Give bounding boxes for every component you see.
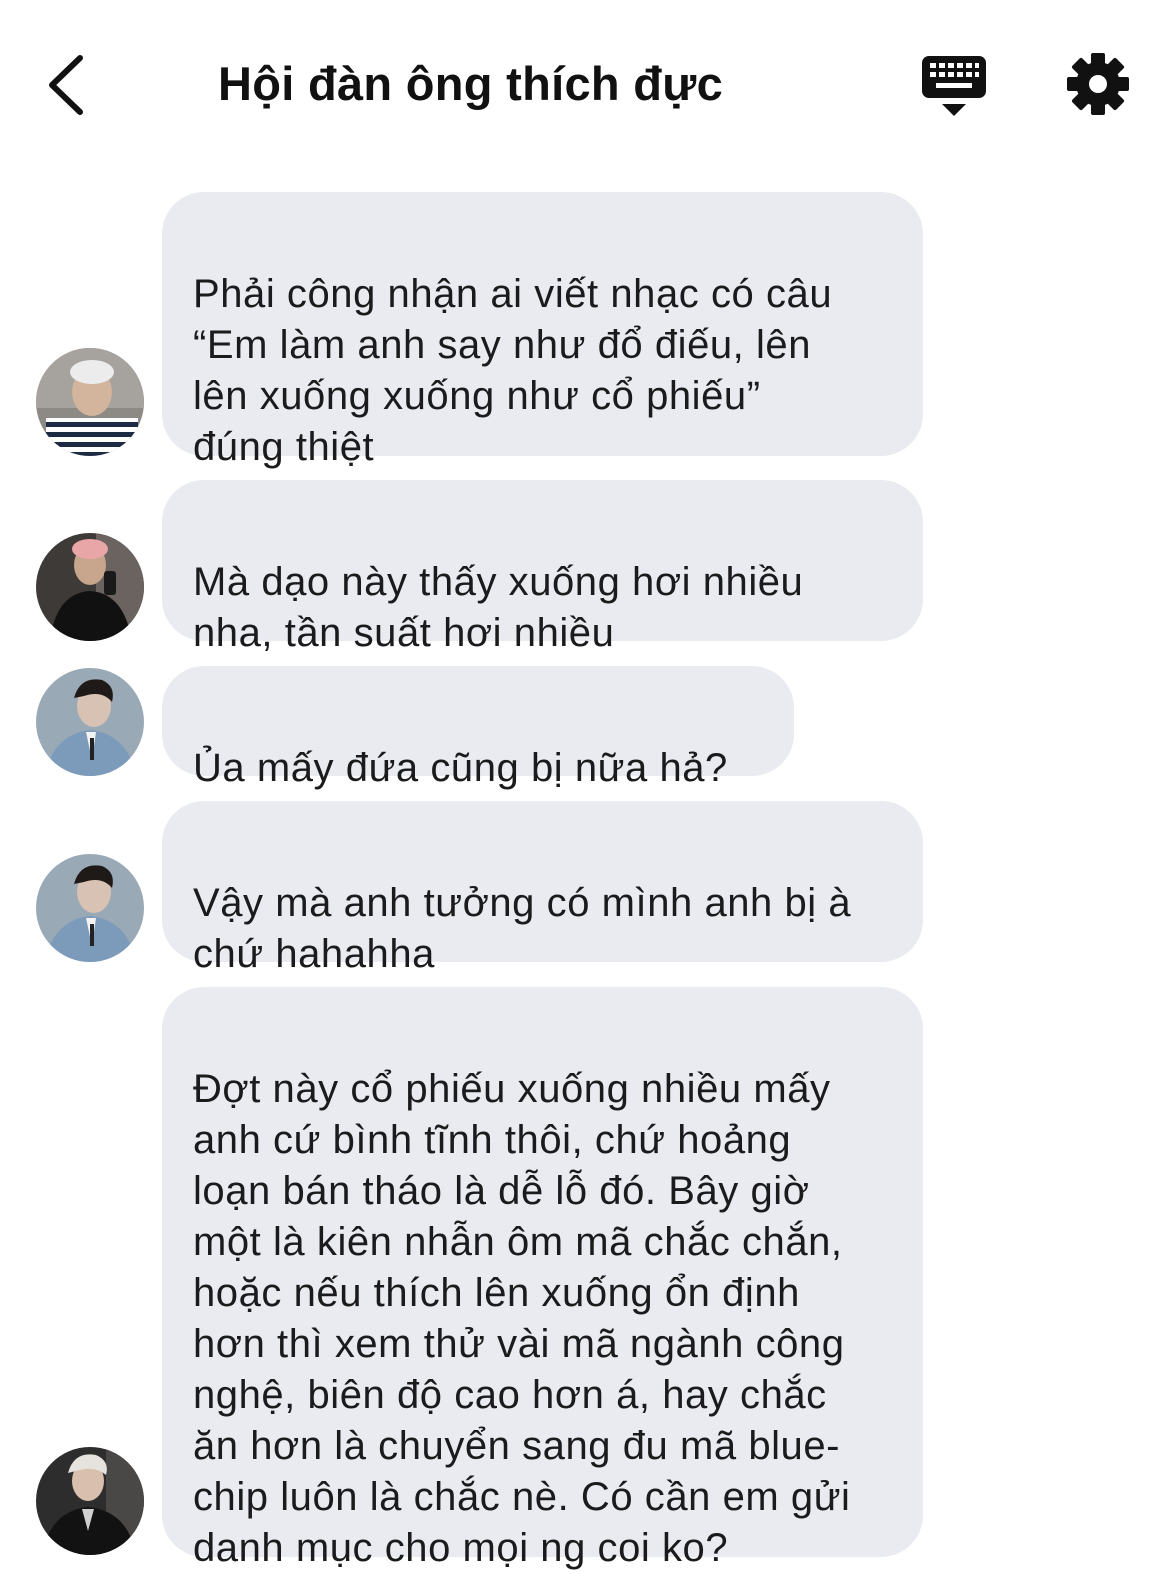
avatar[interactable] [36,854,144,962]
message-bubble[interactable]: Đợt này cổ phiếu xuống nhiều mấy anh cứ … [162,987,923,1570]
chevron-left-icon [49,55,83,115]
chat-title: Hội đàn ông thích đực [218,57,724,110]
back-button[interactable] [38,50,98,120]
settings-button[interactable] [1064,50,1132,118]
message-bubble[interactable]: Vậy mà anh tưởng có mình anh bị à chứ ha… [162,801,923,976]
avatar-image [36,348,144,456]
message-text: Mà dạo này thấy xuống hơi nhiều nha, tần… [193,560,804,655]
message-text: Phải công nhận ai viết nhạc có câu “Em l… [193,272,833,469]
message-bubble[interactable]: Mà dạo này thấy xuống hơi nhiều nha, tần… [162,480,923,655]
message-text: Ủa mấy đứa cũng bị nữa hả? [193,746,728,790]
avatar[interactable] [36,348,144,456]
avatar-image [36,533,144,641]
keyboard-button[interactable] [918,52,990,122]
message-text: Đợt này cổ phiếu xuống nhiều mấy anh cứ … [193,1067,851,1570]
avatar[interactable] [36,668,144,776]
avatar-image [36,854,144,962]
avatar-image [36,1447,144,1555]
avatar-image [36,668,144,776]
gear-icon [1067,53,1129,115]
avatar[interactable] [36,533,144,641]
message-text: Vậy mà anh tưởng có mình anh bị à chứ ha… [193,881,852,976]
message-bubble[interactable]: Phải công nhận ai viết nhạc có câu “Em l… [162,192,923,469]
chat-header: Hội đàn ông thích đực [0,0,1170,170]
keyboard-icon [922,56,986,116]
avatar[interactable] [36,1447,144,1555]
message-bubble[interactable]: Ủa mấy đứa cũng bị nữa hả? [162,666,794,790]
